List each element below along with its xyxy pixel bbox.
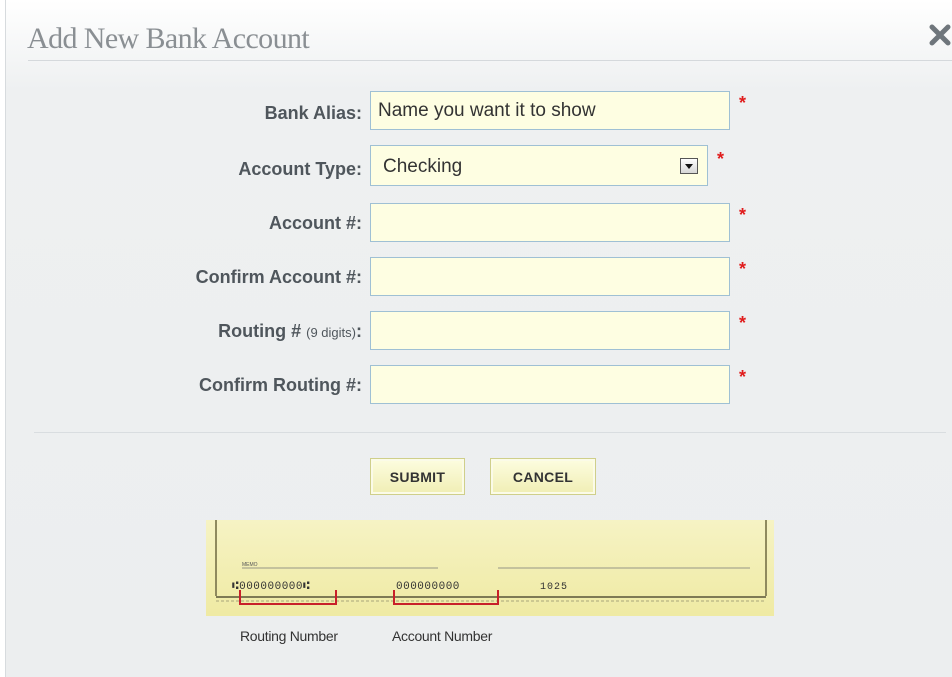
confirm-routing-number-required-mark: * [739, 367, 747, 387]
cancel-button[interactable]: CANCEL [490, 458, 596, 495]
account-type-select[interactable]: Checking [370, 145, 708, 186]
micr-check-number: 1025 [540, 582, 568, 593]
confirm-routing-number-label: Confirm Routing #: [199, 375, 362, 395]
account-type-selected-value: Checking [383, 156, 463, 177]
title-divider [28, 60, 952, 61]
routing-number-label: Routing # (9 digits): [32, 321, 362, 342]
account-number-label: Account #: [268, 213, 362, 233]
micr-routing-digits: ⑆000000000⑆ [232, 581, 310, 593]
account-type-label: Account Type: [238, 159, 362, 179]
confirm-routing-number-input[interactable] [370, 365, 730, 404]
close-icon[interactable] [927, 22, 952, 48]
micr-account-digits: 000000000 [396, 581, 460, 593]
bank-alias-input[interactable] [370, 91, 730, 130]
confirm-account-number-label: Confirm Account #: [195, 267, 362, 287]
submit-button[interactable]: SUBMIT [370, 458, 465, 495]
dropdown-arrow-icon[interactable] [680, 158, 698, 174]
confirm-account-number-input[interactable] [370, 257, 730, 296]
bank-alias-label: Bank Alias: [264, 103, 362, 123]
confirm-account-number-required-mark: * [739, 259, 747, 279]
routing-number-label-text: Routing # [218, 321, 302, 341]
account-type-required-mark: * [717, 149, 725, 169]
bank-alias-required-mark: * [739, 93, 747, 113]
routing-number-required-mark: * [739, 313, 747, 333]
memo-label: MEMO [242, 562, 258, 568]
form-divider [34, 432, 946, 433]
account-number-caption: Account Number [392, 628, 493, 644]
add-bank-account-dialog: Add New Bank Account Bank Alias: * Accou… [5, 0, 952, 677]
dialog-title: Add New Bank Account [27, 22, 310, 55]
check-example: MEMO ⑆000000000⑆ 000000000 1025 Routing … [202, 520, 778, 644]
routing-number-label-colon: : [356, 321, 362, 341]
account-number-input[interactable] [370, 203, 730, 242]
check-illustration: MEMO ⑆000000000⑆ 000000000 1025 [206, 520, 774, 616]
routing-number-label-hint: (9 digits) [306, 325, 356, 340]
routing-number-caption: Routing Number [240, 628, 338, 644]
account-number-required-mark: * [739, 205, 747, 225]
routing-number-input[interactable] [370, 311, 730, 350]
